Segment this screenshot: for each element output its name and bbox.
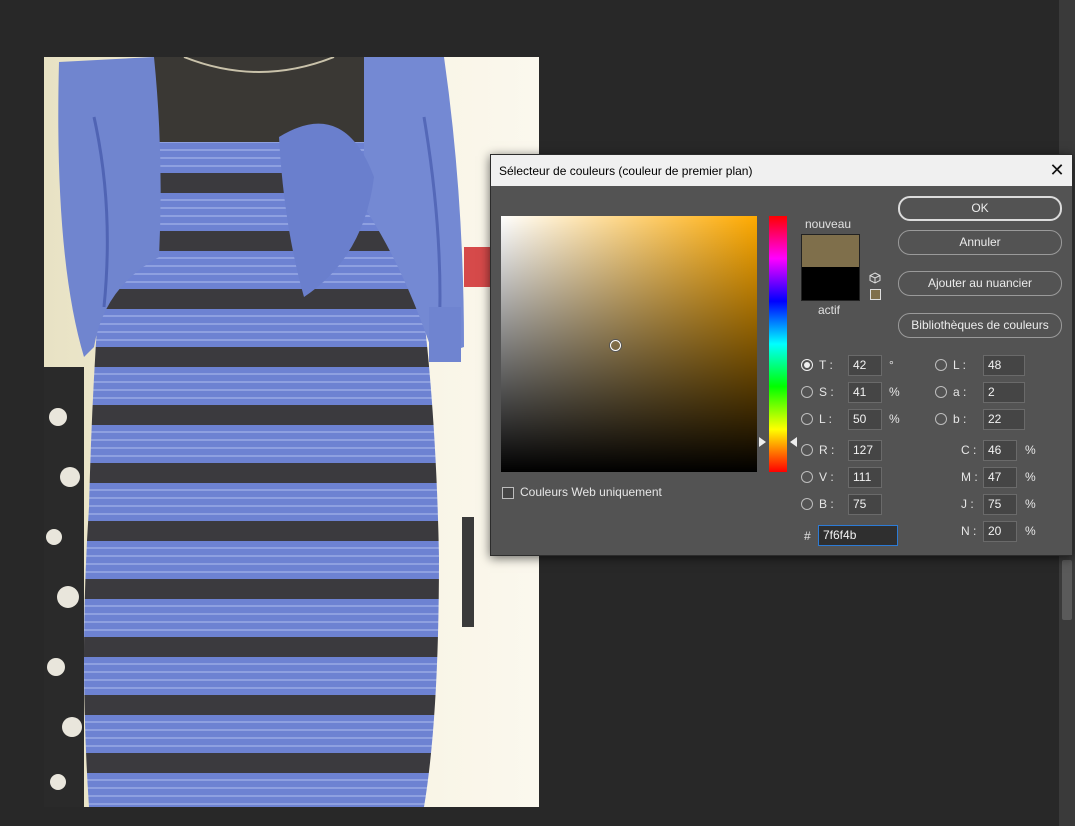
red-radio[interactable] (801, 444, 813, 456)
saturation-brightness-field[interactable] (501, 216, 757, 472)
hue-radio[interactable] (801, 359, 813, 371)
cyan-label: C : (961, 443, 977, 457)
new-color-swatch (801, 234, 860, 267)
hue-slider[interactable] (769, 216, 787, 472)
brightness-row: L : 50 % (801, 409, 921, 430)
lab-b-label: b : (953, 412, 967, 426)
close-icon[interactable]: ✕ (1042, 155, 1072, 186)
color-libraries-button[interactable]: Bibliothèques de couleurs (898, 313, 1062, 338)
saturation-row: S : 41 % (801, 382, 921, 403)
blue-row: B : 75 (801, 494, 921, 515)
dialog-titlebar[interactable]: Sélecteur de couleurs (couleur de premie… (491, 155, 1072, 186)
web-safe-swatch[interactable] (870, 289, 881, 300)
cyan-row: C : 46 % (961, 440, 1061, 461)
lab-l-input[interactable]: 48 (983, 355, 1025, 376)
field-cursor[interactable] (610, 340, 621, 351)
green-row: V : 111 (801, 467, 921, 488)
blue-label: B : (819, 497, 834, 511)
hex-input[interactable]: 7f6f4b (818, 525, 898, 546)
ok-button[interactable]: OK (898, 196, 1062, 221)
lab-a-row: a : 2 (935, 382, 1035, 403)
hue-label: T : (819, 358, 833, 372)
cyan-input[interactable]: 46 (983, 440, 1017, 461)
document-photo (44, 57, 539, 807)
yellow-label: J : (961, 497, 974, 511)
brightness-radio[interactable] (801, 413, 813, 425)
lab-b-radio[interactable] (935, 413, 947, 425)
saturation-unit: % (889, 385, 900, 399)
black-unit: % (1025, 524, 1036, 538)
blue-input[interactable]: 75 (848, 494, 882, 515)
yellow-input[interactable]: 75 (983, 494, 1017, 515)
lab-a-radio[interactable] (935, 386, 947, 398)
blue-radio[interactable] (801, 498, 813, 510)
hue-slider-handle-left[interactable] (759, 437, 766, 447)
red-label: R : (819, 443, 835, 457)
black-input[interactable]: 20 (983, 521, 1017, 542)
green-label: V : (819, 470, 834, 484)
add-to-swatches-button[interactable]: Ajouter au nuancier (898, 271, 1062, 296)
lab-l-label: L : (953, 358, 966, 372)
black-label: N : (961, 524, 977, 538)
web-colors-label: Couleurs Web uniquement (520, 485, 662, 499)
saturation-input[interactable]: 41 (848, 382, 882, 403)
dialog-title: Sélecteur de couleurs (couleur de premie… (499, 164, 753, 178)
yellow-unit: % (1025, 497, 1036, 511)
red-input[interactable]: 127 (848, 440, 882, 461)
magenta-unit: % (1025, 470, 1036, 484)
green-input[interactable]: 111 (848, 467, 882, 488)
lab-a-label: a : (953, 385, 967, 399)
hue-slider-handle-right[interactable] (790, 437, 797, 447)
brightness-unit: % (889, 412, 900, 426)
saturation-label: S : (819, 385, 834, 399)
scrollbar-thumb[interactable] (1062, 560, 1072, 620)
lab-l-row: L : 48 (935, 355, 1035, 376)
cube-icon[interactable] (869, 272, 881, 284)
new-color-label: nouveau (805, 217, 852, 231)
saturation-radio[interactable] (801, 386, 813, 398)
brightness-label: L : (819, 412, 832, 426)
web-colors-checkbox[interactable] (502, 487, 514, 499)
lab-b-input[interactable]: 22 (983, 409, 1025, 430)
magenta-row: M : 47 % (961, 467, 1061, 488)
lab-l-radio[interactable] (935, 359, 947, 371)
brightness-input[interactable]: 50 (848, 409, 882, 430)
hue-input[interactable]: 42 (848, 355, 882, 376)
magenta-input[interactable]: 47 (983, 467, 1017, 488)
lab-b-row: b : 22 (935, 409, 1035, 430)
current-color-label: actif (818, 303, 841, 317)
cancel-button[interactable]: Annuler (898, 230, 1062, 255)
black-row: N : 20 % (961, 521, 1061, 542)
magenta-label: M : (961, 470, 978, 484)
current-color-swatch[interactable] (801, 267, 860, 301)
hue-unit: ° (889, 358, 894, 372)
color-picker-dialog: Sélecteur de couleurs (couleur de premie… (490, 154, 1073, 556)
red-row: R : 127 (801, 440, 921, 461)
green-radio[interactable] (801, 471, 813, 483)
cyan-unit: % (1025, 443, 1036, 457)
hex-hash-label: # (804, 529, 811, 543)
yellow-row: J : 75 % (961, 494, 1061, 515)
lab-a-input[interactable]: 2 (983, 382, 1025, 403)
hue-row: T : 42 ° (801, 355, 921, 376)
